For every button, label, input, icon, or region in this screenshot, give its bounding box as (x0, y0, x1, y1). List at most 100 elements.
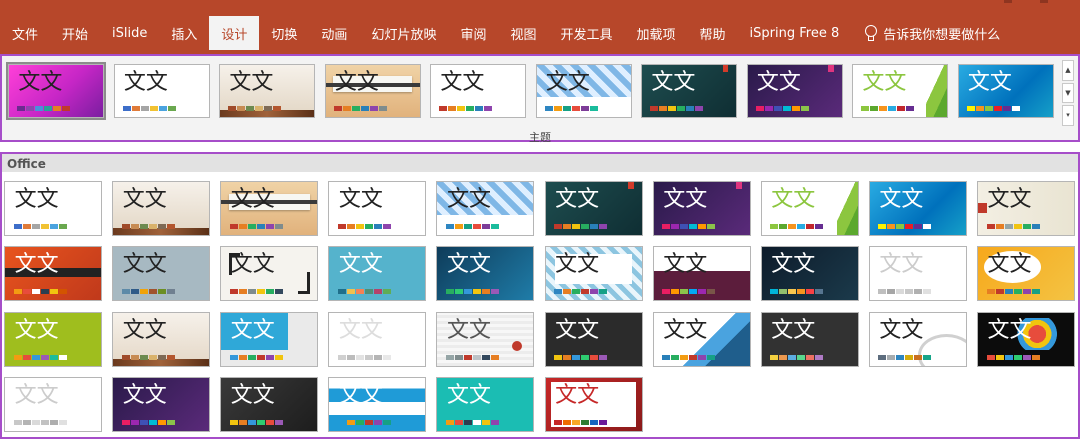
theme-thumbnail[interactable]: 文文 (430, 64, 526, 118)
theme-thumbnail[interactable]: 文文 (436, 312, 535, 367)
color-swatch (993, 105, 1002, 111)
theme-thumbnail[interactable]: 文文 (112, 181, 211, 236)
color-swatch (40, 223, 49, 229)
theme-thumbnail[interactable]: 文文 (4, 312, 102, 367)
color-swatch (364, 288, 373, 294)
color-swatch (680, 223, 689, 229)
tab-3[interactable]: 插入 (159, 16, 209, 50)
theme-thumbnail[interactable]: 文文 (328, 377, 427, 432)
theme-title-sample: 文文 (756, 70, 801, 96)
theme-thumbnail[interactable]: 文文 (544, 246, 643, 301)
color-swatch (563, 288, 572, 294)
theme-thumbnail[interactable]: 文文 (436, 181, 535, 236)
theme-thumbnail[interactable]: 文文 (112, 246, 211, 301)
color-swatch (791, 105, 800, 111)
color-swatch (473, 223, 482, 229)
theme-thumbnail[interactable]: 文文 (641, 64, 737, 118)
tab-9[interactable]: 视图 (498, 16, 548, 50)
tab-12[interactable]: 帮助 (688, 16, 738, 50)
theme-thumbnail[interactable]: 文文 (868, 312, 967, 367)
theme-thumbnail[interactable]: 文文 (436, 246, 535, 301)
section-header-bar (0, 154, 1080, 172)
tab-6[interactable]: 动画 (309, 16, 359, 50)
theme-thumbnail[interactable]: 文文 (652, 181, 751, 236)
tab-13[interactable]: iSpring Free 8 (738, 16, 852, 50)
theme-thumbnail[interactable]: 文文 (976, 312, 1075, 367)
theme-thumbnail[interactable]: 文文 (760, 246, 859, 301)
color-swatch (455, 288, 464, 294)
theme-thumbnail[interactable]: 文文 (328, 312, 427, 367)
theme-title-sample: 文文 (14, 187, 59, 213)
color-swatch (554, 223, 563, 229)
theme-thumbnail[interactable]: 文文 (112, 312, 211, 367)
color-swatches (966, 105, 1020, 111)
theme-thumbnail[interactable]: 文文 (535, 64, 632, 118)
color-swatch (131, 105, 140, 111)
color-swatch (473, 288, 482, 294)
color-swatch (482, 354, 491, 360)
theme-thumbnail[interactable]: 文文 (652, 312, 751, 367)
tab-0[interactable]: 文件 (0, 16, 50, 50)
tab-10[interactable]: 开发工具 (548, 16, 624, 50)
color-swatch (274, 354, 283, 360)
tab-5[interactable]: 切换 (259, 16, 309, 50)
theme-thumbnail[interactable]: 文文 (220, 181, 319, 236)
scroll-up-icon[interactable]: ▲ (1062, 60, 1074, 81)
theme-thumbnail[interactable]: 文文 (976, 246, 1075, 301)
color-swatch (581, 223, 590, 229)
theme-thumbnail[interactable]: 文文 (544, 181, 643, 236)
color-swatch (861, 105, 870, 111)
theme-title-sample: 文文 (967, 70, 1012, 96)
ribbon-tabs: 文件 开始 iSlide 插入 设计 切换 动画 幻灯片放映 审阅 视图 开发工具 加载项 帮助 iSpr… (0, 16, 1012, 50)
theme-thumbnail[interactable]: 文文 (4, 246, 102, 301)
theme-thumbnail[interactable]: 文文 (436, 377, 535, 432)
theme-thumbnail[interactable]: 文文 (4, 181, 102, 236)
color-swatch (986, 288, 995, 294)
theme-thumbnail[interactable]: 文文 (868, 246, 967, 301)
color-swatch (31, 419, 40, 425)
tell-me-search[interactable]: 告诉我你想要做什么 (851, 16, 1012, 50)
color-swatch (139, 419, 148, 425)
color-swatch (228, 105, 237, 111)
color-swatches (229, 354, 283, 360)
theme-thumbnail[interactable]: 文文 (219, 64, 315, 118)
theme-thumbnail[interactable]: 文文 (852, 64, 948, 118)
theme-thumbnail[interactable]: 文文 (544, 312, 643, 367)
theme-thumbnail[interactable]: 文文 (544, 377, 643, 432)
theme-thumbnail[interactable]: 文文 (760, 181, 859, 236)
theme-thumbnail[interactable]: 文文 (760, 312, 859, 367)
theme-thumbnail[interactable]: 文文 (220, 312, 319, 367)
theme-thumbnail[interactable]: 文文 (6, 62, 106, 120)
tab-1[interactable]: 开始 (50, 16, 100, 50)
more-icon[interactable]: ▾ (1062, 105, 1074, 127)
color-swatch (1031, 354, 1040, 360)
theme-thumbnail[interactable]: 文文 (113, 64, 210, 118)
theme-title-sample: 文文 (14, 318, 59, 344)
tab-7[interactable]: 幻灯片放映 (359, 16, 448, 50)
tab-11[interactable]: 加载项 (625, 16, 688, 50)
theme-thumbnail[interactable]: 文文 (324, 64, 421, 118)
color-swatch (229, 223, 238, 229)
theme-thumbnail[interactable]: 文文 (328, 246, 427, 301)
theme-thumbnail[interactable]: 文文 (868, 181, 967, 236)
theme-thumbnail[interactable]: 文文 (220, 377, 319, 432)
theme-thumbnail[interactable]: 文文 (4, 377, 102, 432)
color-swatch (905, 223, 914, 229)
tab-8[interactable]: 审阅 (448, 16, 498, 50)
color-swatch (49, 419, 58, 425)
theme-thumbnail[interactable]: 文文 (746, 64, 843, 118)
color-swatch (770, 354, 779, 360)
color-swatch (896, 288, 905, 294)
theme-thumbnail[interactable]: 文文 (976, 181, 1075, 236)
theme-thumbnail[interactable]: 文文 (220, 246, 319, 301)
theme-thumbnail[interactable]: 文文 (957, 64, 1054, 118)
theme-thumbnail[interactable]: 文文 (652, 246, 751, 301)
scroll-down-icon[interactable]: ▼ (1062, 82, 1074, 104)
color-swatch (572, 419, 581, 425)
color-swatch (581, 419, 590, 425)
theme-thumbnail[interactable]: 文文 (328, 181, 427, 236)
tab-4[interactable]: 设计 (209, 16, 260, 50)
tab-2[interactable]: iSlide (100, 16, 159, 50)
color-swatch (49, 288, 58, 294)
theme-thumbnail[interactable]: 文文 (112, 377, 211, 432)
